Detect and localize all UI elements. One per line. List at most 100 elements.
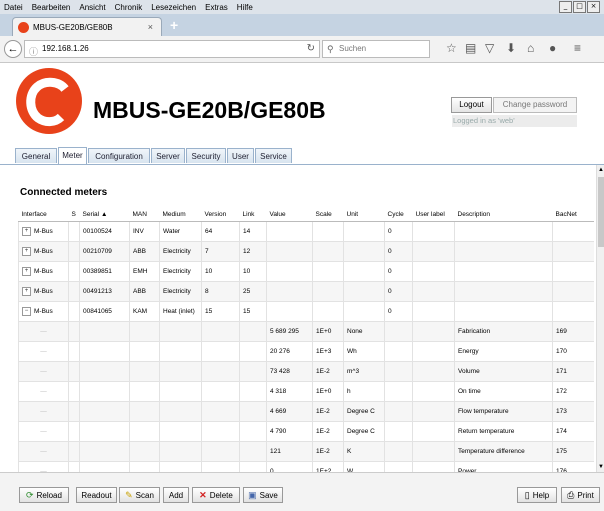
menu-lesezeichen[interactable]: Lesezeichen [151, 3, 196, 12]
col-scale[interactable]: Scale [312, 208, 344, 222]
user-label-cell [412, 321, 455, 342]
table-row[interactable]: + M-Bus 00491213 ABB Electricity 8 25 0 [18, 281, 594, 302]
table-row[interactable]: − M-Bus 00841065 KAM Heat (inlet) 15 15 0 [18, 301, 594, 322]
menu-hilfe[interactable]: Hilfe [237, 3, 253, 12]
tab-server[interactable]: Server [151, 148, 185, 163]
download-icon[interactable]: ⬇ [506, 41, 516, 55]
logout-button[interactable]: Logout [451, 97, 492, 113]
back-button[interactable]: ← [4, 40, 22, 58]
readout-button[interactable]: Readout [76, 487, 117, 503]
value-cell: 5 689 295 [266, 321, 313, 342]
browser-tab[interactable]: MBUS-GE20B/GE80B × [12, 17, 162, 36]
tab-service[interactable]: Service [255, 148, 292, 163]
col-version[interactable]: Version [201, 208, 240, 222]
cycle-cell: 0 [384, 301, 413, 322]
help-button[interactable]: ▯ Help [517, 487, 557, 503]
tree-line-cell: — [18, 381, 69, 402]
bacnet-cell [552, 221, 594, 242]
table-row[interactable]: — 20 276 1E+3 Wh Energy 170 [18, 341, 594, 362]
tab-meter[interactable]: Meter [58, 147, 87, 164]
save-button[interactable]: ▣ Save [243, 487, 283, 503]
empty-cell [239, 401, 267, 422]
scale-cell: 1E-2 [312, 401, 344, 422]
table-row[interactable]: + M-Bus 00210709 ABB Electricity 7 12 0 [18, 241, 594, 262]
col-man[interactable]: MAN [129, 208, 160, 222]
empty-cell [129, 341, 160, 362]
unit-cell: K [343, 441, 385, 462]
table-row[interactable]: + M-Bus 00389851 EMH Electricity 10 10 0 [18, 261, 594, 282]
search-input[interactable]: ⚲ Suchen [322, 40, 430, 58]
scroll-up-icon[interactable]: ▲ [597, 165, 604, 175]
tab-configuration[interactable]: Configuration [88, 148, 150, 163]
print-button[interactable]: ⎙ Print [561, 487, 600, 503]
home-icon[interactable]: ⌂ [527, 41, 534, 55]
user-label-cell [412, 381, 455, 402]
pocket-icon[interactable]: ▽ [485, 41, 494, 55]
table-row[interactable]: — 4 669 1E-2 Degree C Flow temperature 173 [18, 401, 594, 422]
col-description[interactable]: Description [454, 208, 553, 222]
site-info-icon[interactable]: ⓘ [29, 44, 38, 60]
empty-cell [79, 461, 130, 472]
menu-bearbeiten[interactable]: Bearbeiten [32, 3, 71, 12]
tab-security[interactable]: Security [186, 148, 226, 163]
chat-icon[interactable]: ● [549, 41, 556, 55]
change-password-button[interactable]: Change password [493, 97, 577, 113]
menu-extras[interactable]: Extras [205, 3, 228, 12]
col-link[interactable]: Link [239, 208, 267, 222]
table-row[interactable]: — 4 790 1E-2 Degree C Return temperature 174 [18, 421, 594, 442]
reload-button[interactable]: ⟳ Reload [19, 487, 69, 503]
collapse-icon[interactable]: − [22, 307, 31, 316]
close-tab-icon[interactable]: × [148, 22, 153, 32]
table-row[interactable]: — 0 1E+2 W Power 176 [18, 461, 594, 472]
interface-cell: + M-Bus [18, 221, 69, 242]
menu-chronik[interactable]: Chronik [115, 3, 143, 12]
menu-datei[interactable]: Datei [4, 3, 23, 12]
add-button[interactable]: Add [163, 487, 189, 503]
scroll-thumb[interactable] [598, 177, 604, 247]
col-serial[interactable]: Serial ▲ [79, 208, 130, 222]
expand-icon[interactable]: + [22, 247, 31, 256]
col-bacnet[interactable]: BacNet [552, 208, 594, 222]
bacnet-cell: 171 [552, 361, 594, 382]
minimize-icon[interactable]: _ [559, 1, 572, 13]
bookmark-star-icon[interactable]: ☆ [446, 41, 457, 55]
col-medium[interactable]: Medium [159, 208, 202, 222]
value-cell [266, 261, 313, 282]
col-unit[interactable]: Unit [343, 208, 385, 222]
menu-ansicht[interactable]: Ansicht [79, 3, 105, 12]
col-interface[interactable]: Interface [18, 208, 69, 222]
bacnet-cell: 170 [552, 341, 594, 362]
reading-list-icon[interactable]: ▤ [465, 41, 476, 55]
tab-user[interactable]: User [227, 148, 254, 163]
table-row[interactable]: — 4 318 1E+0 h On time 172 [18, 381, 594, 402]
empty-cell [129, 401, 160, 422]
col-cycle[interactable]: Cycle [384, 208, 413, 222]
table-row[interactable]: — 121 1E-2 K Temperature difference 175 [18, 441, 594, 462]
delete-button[interactable]: ✕ Delete [192, 487, 240, 503]
col-s[interactable]: S [68, 208, 80, 222]
table-row[interactable]: — 5 689 295 1E+0 None Fabrication 169 [18, 321, 594, 342]
scan-button[interactable]: ✎ Scan [119, 487, 160, 503]
col-value[interactable]: Value [266, 208, 313, 222]
maximize-icon[interactable]: □ [573, 1, 586, 13]
link-cell: 12 [239, 241, 267, 262]
expand-icon[interactable]: + [22, 267, 31, 276]
cycle-cell [384, 421, 413, 442]
col-user-label[interactable]: User label [412, 208, 455, 222]
expand-icon[interactable]: + [22, 227, 31, 236]
table-row[interactable]: + M-Bus 00100524 INV Water 64 14 0 [18, 221, 594, 242]
reload-page-icon[interactable]: ↻ [307, 41, 315, 57]
unit-cell: W [343, 461, 385, 472]
table-row[interactable]: — 73 428 1E-2 m^3 Volume 171 [18, 361, 594, 382]
empty-cell [68, 421, 80, 442]
scroll-down-icon[interactable]: ▼ [597, 462, 604, 472]
content-scrollbar[interactable]: ▲ ▼ [596, 165, 604, 472]
hamburger-menu-icon[interactable]: ≡ [574, 41, 581, 55]
tab-general[interactable]: General [15, 148, 57, 163]
close-window-icon[interactable]: × [587, 1, 600, 13]
empty-cell [201, 461, 240, 472]
expand-icon[interactable]: + [22, 287, 31, 296]
unit-cell [343, 281, 385, 302]
new-tab-icon[interactable]: + [170, 18, 178, 32]
url-bar[interactable]: ⓘ 192.168.1.26 ↻ [24, 40, 320, 58]
